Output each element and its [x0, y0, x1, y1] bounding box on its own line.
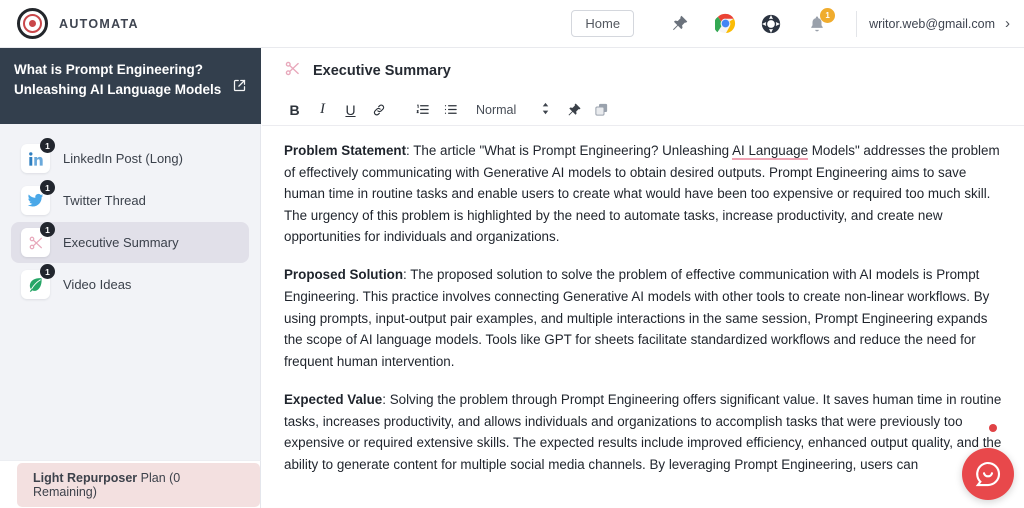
- chat-bubble-icon[interactable]: [962, 448, 1014, 500]
- italic-button[interactable]: I: [310, 97, 335, 122]
- bullseye-logo-icon: [17, 8, 48, 39]
- paragraph-heading: Problem Statement: [284, 143, 407, 158]
- sidebar-nav: 1 LinkedIn Post (Long) 1 Twitter Thread: [0, 124, 260, 305]
- sidebar-item-icon-wrap: 1: [21, 264, 55, 299]
- chevron-right-icon[interactable]: ›: [1005, 16, 1010, 31]
- bullet-list-icon[interactable]: [438, 97, 463, 122]
- sidebar-item-icon-wrap: 1: [21, 180, 55, 215]
- sidebar: What is Prompt Engineering? Unleashing A…: [0, 48, 261, 460]
- underline-label: U: [345, 101, 356, 118]
- plan-name: Light Repurposer: [33, 470, 138, 485]
- sidebar-item-icon-wrap: 1: [21, 138, 55, 173]
- copy-icon[interactable]: [589, 97, 614, 122]
- spellcheck-underlined-text[interactable]: AI Language: [732, 143, 809, 160]
- paragraph-body-before: : The proposed solution to solve the pro…: [284, 267, 990, 369]
- sidebar-item-label: LinkedIn Post (Long): [63, 151, 183, 166]
- plan-area: Light Repurposer Plan (0 Remaining): [0, 460, 261, 508]
- app-root: AUTOMATA Home 1 writor.web@gmail.com › W…: [0, 0, 1024, 508]
- sidebar-item-badge: 1: [40, 264, 55, 279]
- bold-button[interactable]: B: [282, 97, 307, 122]
- chat-unread-dot: [989, 424, 997, 432]
- document-title: What is Prompt Engineering? Unleashing A…: [14, 62, 222, 97]
- italic-label: I: [320, 101, 325, 117]
- sidebar-item-executive-summary[interactable]: 1 Executive Summary: [11, 222, 249, 263]
- sidebar-item-label: Twitter Thread: [63, 193, 146, 208]
- paragraph-problem-statement: Problem Statement: The article "What is …: [284, 140, 1002, 248]
- paragraph-body-after: Models" addresses the problem of effecti…: [284, 143, 1000, 245]
- header-divider: [856, 10, 858, 37]
- paragraph-expected-value: Expected Value: Solving the problem thro…: [284, 389, 1002, 475]
- paragraph-heading: Proposed Solution: [284, 267, 404, 283]
- editor-toolbar: B I U Normal: [262, 94, 1024, 126]
- brand-logo[interactable]: AUTOMATA: [0, 8, 139, 39]
- paragraph-body-before: : Solving the problem through Prompt Eng…: [284, 391, 1002, 472]
- link-icon[interactable]: [366, 97, 391, 122]
- document-card[interactable]: What is Prompt Engineering? Unleashing A…: [0, 48, 261, 124]
- notification-bell-button[interactable]: 1: [800, 7, 836, 41]
- text-style-select[interactable]: Normal: [476, 102, 551, 118]
- notification-badge: 1: [820, 7, 836, 23]
- text-style-value: Normal: [476, 102, 517, 117]
- top-bar: AUTOMATA Home 1 writor.web@gmail.com ›: [0, 0, 1024, 48]
- pin-icon[interactable]: [561, 97, 586, 122]
- editor-panel: Executive Summary B I U Normal Problem S…: [262, 48, 1024, 508]
- paragraph-body-before: : The article "What is Prompt Engineerin…: [406, 143, 733, 158]
- external-link-icon[interactable]: [232, 78, 247, 98]
- paragraph-heading: Expected Value: [284, 391, 383, 407]
- sidebar-item-label: Executive Summary: [63, 235, 179, 250]
- scissors-icon: [284, 60, 301, 82]
- sidebar-item-badge: 1: [40, 222, 55, 237]
- lifebuoy-help-icon[interactable]: [754, 7, 788, 41]
- updown-chevron-icon: [540, 102, 551, 118]
- home-button[interactable]: Home: [571, 10, 635, 37]
- chrome-extension-icon[interactable]: [708, 7, 742, 41]
- sidebar-item-label: Video Ideas: [63, 277, 132, 292]
- sidebar-item-video-ideas[interactable]: 1 Video Ideas: [11, 264, 249, 305]
- sidebar-item-badge: 1: [40, 180, 55, 195]
- user-email[interactable]: writor.web@gmail.com: [869, 17, 995, 31]
- sidebar-item-icon-wrap: 1: [21, 222, 55, 257]
- page-title: Executive Summary: [313, 63, 451, 79]
- top-bar-actions: Home 1 writor.web@gmail.com ›: [571, 7, 1024, 41]
- sidebar-item-twitter-thread[interactable]: 1 Twitter Thread: [11, 180, 249, 221]
- editor-header: Executive Summary: [262, 48, 1024, 94]
- paragraph-proposed-solution: Proposed Solution: The proposed solution…: [284, 264, 1002, 372]
- bold-label: B: [289, 101, 300, 118]
- sidebar-item-badge: 1: [40, 138, 55, 153]
- ordered-list-icon[interactable]: [410, 97, 435, 122]
- underline-button[interactable]: U: [338, 97, 363, 122]
- brand-name: AUTOMATA: [59, 16, 139, 31]
- pin-icon[interactable]: [662, 7, 696, 41]
- document-content[interactable]: Problem Statement: The article "What is …: [262, 126, 1024, 508]
- plan-badge[interactable]: Light Repurposer Plan (0 Remaining): [17, 462, 260, 507]
- sidebar-item-linkedin-post[interactable]: 1 LinkedIn Post (Long): [11, 138, 249, 179]
